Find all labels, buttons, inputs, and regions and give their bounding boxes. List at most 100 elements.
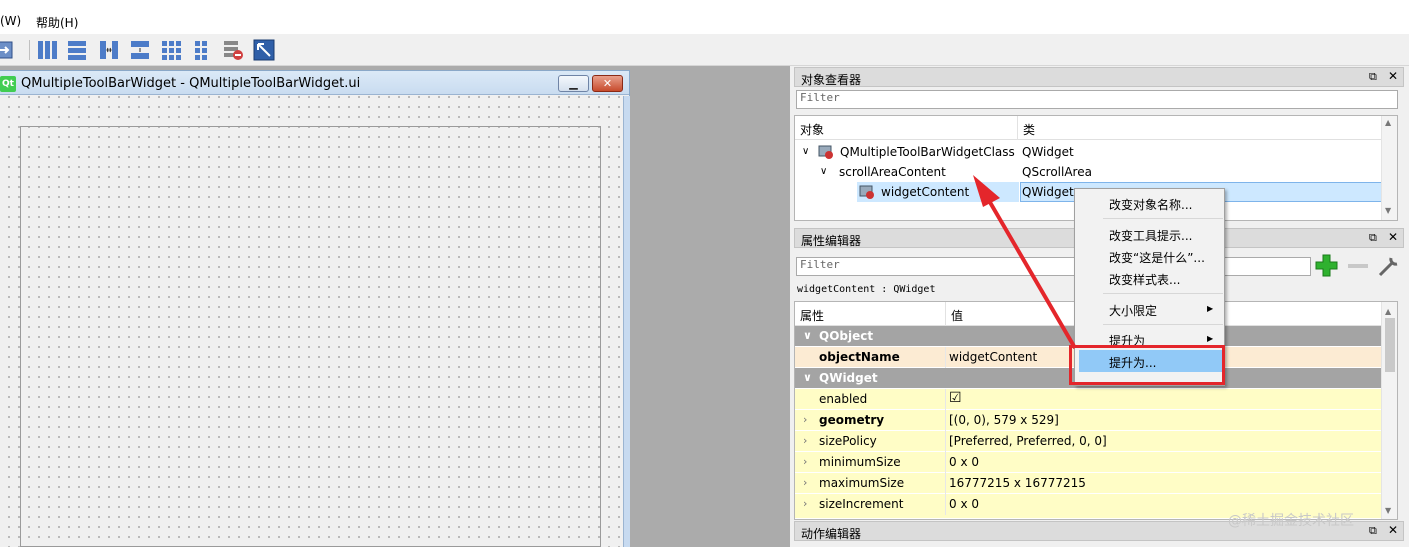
scroll-area-widget[interactable] xyxy=(20,126,601,547)
layout-form-icon[interactable] xyxy=(190,38,214,62)
column-object[interactable]: 对象 xyxy=(800,121,824,138)
subwindow-titlebar[interactable]: Qt QMultipleToolBarWidget - QMultipleToo… xyxy=(0,71,629,95)
layout-grid-icon[interactable] xyxy=(159,38,183,62)
menu-window[interactable]: (W) xyxy=(0,14,21,28)
property-key: sizeIncrement xyxy=(819,497,904,511)
tree-item-name: widgetContent xyxy=(881,185,970,199)
tree-item-class: QWidget xyxy=(1022,185,1074,199)
float-icon[interactable]: ⧉ xyxy=(1369,231,1377,245)
menu-item-whats-this[interactable]: 改变“这是什么”... xyxy=(1109,249,1205,266)
chevron-down-icon[interactable]: ∨ xyxy=(803,329,812,342)
object-tree-scrollbar[interactable]: ▲ ▼ xyxy=(1381,116,1397,220)
property-value[interactable]: 16777215 x 16777215 xyxy=(949,476,1086,490)
scroll-up-icon[interactable]: ▲ xyxy=(1385,118,1391,127)
menu-help[interactable]: 帮助(H) xyxy=(36,14,78,31)
close-icon[interactable]: ✕ xyxy=(1388,69,1398,83)
object-inspector-title: 对象查看器 xyxy=(801,73,862,87)
menu-item-size-constraints[interactable]: 大小限定 xyxy=(1109,302,1157,319)
column-divider xyxy=(945,452,946,473)
menu-separator xyxy=(1103,293,1223,294)
property-value[interactable]: [Preferred, Preferred, 0, 0] xyxy=(949,434,1107,448)
group-label: QWidget xyxy=(819,371,878,385)
scroll-thumb[interactable] xyxy=(1385,318,1395,372)
property-value[interactable]: widgetContent xyxy=(949,350,1037,364)
scroll-down-icon[interactable]: ▼ xyxy=(1385,206,1391,215)
chevron-right-icon[interactable]: › xyxy=(803,455,807,468)
object-filter-input[interactable]: Filter xyxy=(796,90,1398,109)
minimize-icon: ▁ xyxy=(569,77,578,90)
form-subwindow: Qt QMultipleToolBarWidget - QMultipleToo… xyxy=(0,70,630,547)
form-canvas[interactable] xyxy=(0,96,629,547)
property-context-label: widgetContent : QWidget xyxy=(797,284,936,295)
layout-vertical-splitter-icon[interactable] xyxy=(128,38,152,62)
tab-order-icon[interactable] xyxy=(0,38,16,62)
break-layout-icon[interactable] xyxy=(221,38,245,62)
object-tree-header: 对象 类 xyxy=(795,116,1383,140)
tree-row[interactable]: ∨ QMultipleToolBarWidgetClass QWidget xyxy=(795,142,1383,162)
chevron-right-icon[interactable]: › xyxy=(803,413,807,426)
chevron-right-icon[interactable]: › xyxy=(803,434,807,447)
column-class[interactable]: 类 xyxy=(1017,116,1035,140)
remove-property-button[interactable] xyxy=(1346,253,1370,279)
configure-button[interactable] xyxy=(1376,253,1402,279)
chevron-down-icon[interactable]: ∨ xyxy=(820,166,827,177)
checkbox-checked-icon[interactable]: ☑ xyxy=(949,390,962,406)
float-icon[interactable]: ⧉ xyxy=(1369,524,1377,538)
close-button[interactable]: ✕ xyxy=(592,75,623,92)
property-editor-title: 属性编辑器 xyxy=(801,234,862,248)
widget-icon xyxy=(818,145,833,159)
action-editor-title: 动作编辑器 xyxy=(801,527,862,541)
add-property-button[interactable] xyxy=(1314,253,1340,279)
subwindow-border xyxy=(623,96,630,547)
adjust-size-icon[interactable] xyxy=(252,38,276,62)
column-divider xyxy=(945,431,946,452)
column-value[interactable]: 值 xyxy=(945,302,963,326)
chevron-down-icon[interactable]: ∨ xyxy=(803,371,812,384)
property-row[interactable]: › geometry [(0, 0), 579 x 529] xyxy=(795,410,1389,431)
menu-separator xyxy=(1103,218,1223,219)
close-icon[interactable]: ✕ xyxy=(1388,230,1398,244)
column-property[interactable]: 属性 xyxy=(800,307,824,324)
chevron-right-icon[interactable]: › xyxy=(803,497,807,510)
menu-item-stylesheet[interactable]: 改变样式表... xyxy=(1109,271,1180,288)
minimize-button[interactable]: ▁ xyxy=(558,75,589,92)
layout-toolbar xyxy=(0,34,1409,66)
column-divider xyxy=(945,410,946,431)
tree-item-name: QMultipleToolBarWidgetClass xyxy=(840,145,1015,159)
property-table-scrollbar[interactable]: ▲ ▼ xyxy=(1381,302,1397,519)
chevron-right-icon[interactable]: › xyxy=(803,476,807,489)
minus-icon xyxy=(1348,264,1368,268)
property-row[interactable]: › maximumSize 16777215 x 16777215 xyxy=(795,473,1389,494)
column-divider xyxy=(945,494,946,515)
tree-item-class: QScrollArea xyxy=(1022,165,1092,179)
property-row[interactable]: enabled ☑ xyxy=(795,389,1389,410)
tree-item-name: scrollAreaContent xyxy=(839,165,946,179)
property-value[interactable]: 0 x 0 xyxy=(949,497,979,511)
watermark: @稀土掘金技术社区 xyxy=(1228,513,1354,529)
layout-vertical-icon[interactable] xyxy=(65,38,89,62)
scroll-down-icon[interactable]: ▼ xyxy=(1385,506,1391,515)
float-icon[interactable]: ⧉ xyxy=(1369,70,1377,84)
property-row[interactable]: › sizePolicy [Preferred, Preferred, 0, 0… xyxy=(795,431,1389,452)
property-key: minimumSize xyxy=(819,455,901,469)
property-value[interactable]: 0 x 0 xyxy=(949,455,979,469)
menu-separator xyxy=(1103,324,1223,325)
widget-icon xyxy=(859,185,874,199)
column-divider xyxy=(945,347,946,368)
object-inspector-titlebar: 对象查看器 ⧉ ✕ xyxy=(794,67,1404,87)
close-icon[interactable]: ✕ xyxy=(1388,523,1398,537)
layout-horizontal-splitter-icon[interactable] xyxy=(97,38,121,62)
tree-row[interactable]: ∨ scrollAreaContent QScrollArea xyxy=(795,162,1383,182)
chevron-down-icon[interactable]: ∨ xyxy=(802,146,809,157)
property-row[interactable]: › minimumSize 0 x 0 xyxy=(795,452,1389,473)
menu-item-tooltip[interactable]: 改变工具提示... xyxy=(1109,227,1192,244)
group-label: QObject xyxy=(819,329,874,343)
submenu-arrow-icon: ▶ xyxy=(1207,304,1214,313)
subwindow-title: QMultipleToolBarWidget - QMultipleToolBa… xyxy=(21,76,361,91)
menu-item-rename[interactable]: 改变对象名称... xyxy=(1109,196,1192,213)
plus-icon xyxy=(1315,254,1338,277)
property-filter-input[interactable]: Filter xyxy=(796,257,1311,276)
scroll-up-icon[interactable]: ▲ xyxy=(1385,307,1391,316)
property-value[interactable]: [(0, 0), 579 x 529] xyxy=(949,413,1059,427)
layout-horizontal-icon[interactable] xyxy=(35,38,59,62)
